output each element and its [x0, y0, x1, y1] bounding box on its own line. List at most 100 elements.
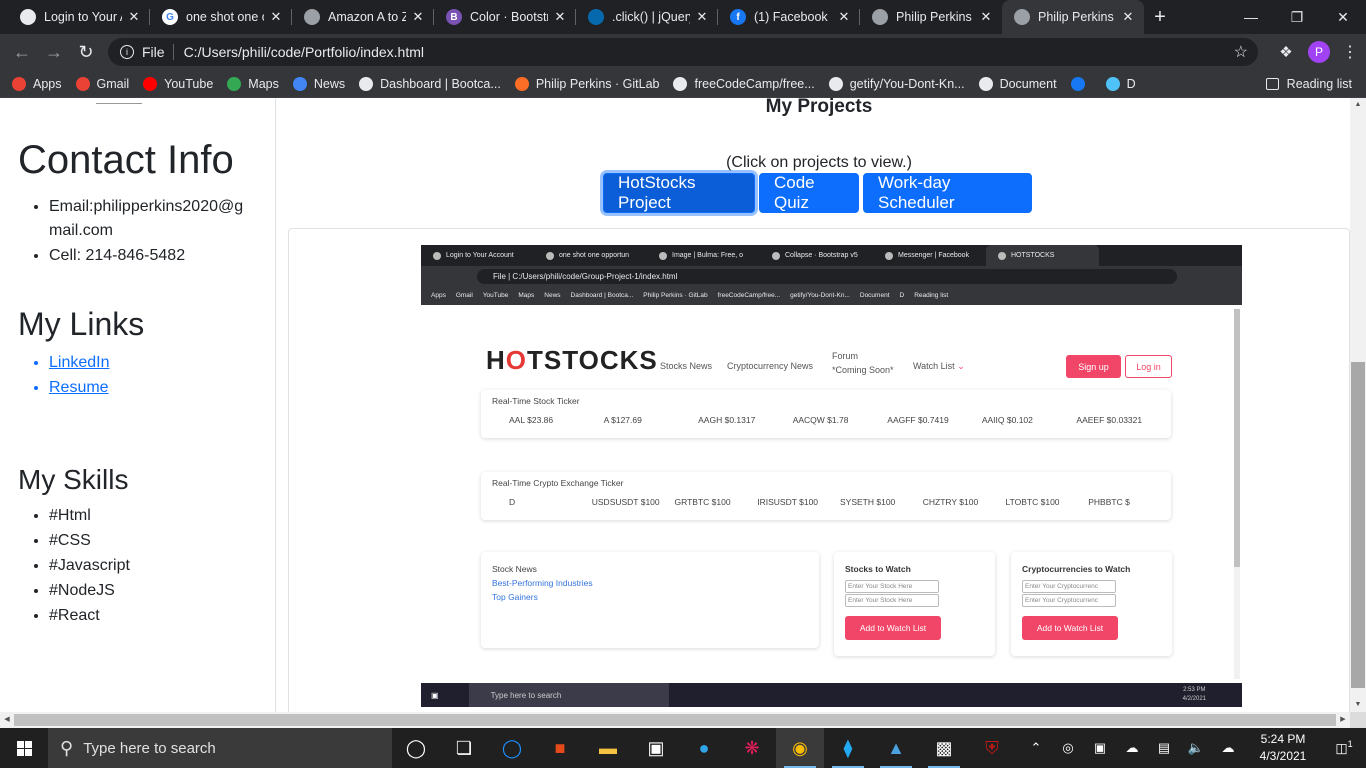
resume-link[interactable]: Resume: [49, 379, 109, 396]
reload-button[interactable]: ↻: [70, 36, 102, 68]
file-explorer-icon[interactable]: ▬: [584, 728, 632, 768]
bookmark-item[interactable]: Maps: [227, 76, 279, 91]
preview-search: Type here to search: [468, 683, 669, 707]
tab-close-icon[interactable]: ✕: [268, 9, 284, 25]
tab-close-icon[interactable]: ✕: [552, 9, 568, 25]
contact-list: Email:philipperkins2020@gmail.com Cell: …: [49, 194, 249, 268]
tab-close-icon[interactable]: ✕: [1120, 9, 1136, 25]
back-button[interactable]: ←: [6, 36, 38, 68]
new-tab-button[interactable]: +: [1144, 0, 1176, 34]
tab-strip: Login to Your Account✕Gone shot one oppo…: [0, 0, 1366, 34]
cloud-sync-icon[interactable]: ☁: [1212, 740, 1244, 756]
scheduler-button[interactable]: Work-day Scheduler: [863, 173, 1032, 213]
photos-icon[interactable]: ▲: [872, 728, 920, 768]
scroll-left-arrow[interactable]: ◀: [0, 712, 14, 728]
forward-button[interactable]: →: [38, 36, 70, 68]
project-screenshot[interactable]: Login to Your Account one shot one opport…: [421, 245, 1242, 707]
tab-close-icon[interactable]: ✕: [978, 9, 994, 25]
network-icon[interactable]: ▤: [1148, 740, 1180, 756]
projects-hint: (Click on projects to view.): [726, 154, 912, 171]
bookmark-item[interactable]: Document: [978, 76, 1057, 91]
project-buttons: HotStocks Project Code Quiz Work-day Sch…: [603, 173, 1032, 213]
url-text[interactable]: C:/Users/phili/code/Portfolio/index.html: [184, 44, 424, 60]
bookmark-item[interactable]: Philip Perkins · GitLab: [514, 76, 659, 91]
preview-crypto-ticker: Real-Time Crypto Exchange Ticker D USDSUS…: [481, 472, 1171, 520]
bookmark-item[interactable]: getify/You-Dont-Kn...: [828, 76, 965, 91]
tray-app-icon[interactable]: ▣: [1084, 740, 1116, 756]
tab-close-icon[interactable]: ✕: [836, 9, 852, 25]
scroll-right-arrow[interactable]: ▶: [1336, 712, 1350, 728]
tab-close-icon[interactable]: ✕: [410, 9, 426, 25]
menu-icon[interactable]: ⋮: [1340, 42, 1360, 62]
tab-title: Color · Bootstrap: [470, 10, 548, 24]
mcafee-icon[interactable]: ⛨: [968, 728, 1016, 768]
clock[interactable]: 5:24 PM 4/3/2021: [1244, 731, 1322, 765]
browser-tab[interactable]: Amazon A to Z ✕: [292, 0, 434, 34]
bookmark-item[interactable]: YouTube: [143, 76, 213, 91]
browser-tab[interactable]: .click() | jQuery ✕: [576, 0, 718, 34]
maximize-button[interactable]: ❐: [1274, 0, 1320, 34]
vscode-icon[interactable]: ⧫: [824, 728, 872, 768]
tab-close-icon[interactable]: ✕: [694, 9, 710, 25]
linkedin-link[interactable]: LinkedIn: [49, 354, 110, 371]
volume-icon[interactable]: 🔈: [1180, 740, 1212, 756]
bookmark-item[interactable]: freeCodeCamp/free...: [673, 76, 815, 91]
browser-tab[interactable]: Login to Your Account ✕: [8, 0, 150, 34]
browser-tab[interactable]: Philip Perkins Portfolio ✕: [860, 0, 1002, 34]
ticker-item: AAEEF $0.03321: [1076, 415, 1143, 425]
scroll-up-arrow[interactable]: ▲: [1350, 98, 1366, 112]
notifications-icon[interactable]: ◫1: [1322, 739, 1366, 756]
preview-tab-icon: [546, 251, 554, 260]
code-quiz-button[interactable]: Code Quiz: [759, 173, 859, 213]
close-window-button[interactable]: ✕: [1320, 0, 1366, 34]
extensions-icon[interactable]: ❖: [1274, 43, 1298, 61]
location-icon[interactable]: ◎: [1052, 740, 1084, 756]
taskbar-search[interactable]: ⚲ Type here to search: [48, 728, 392, 768]
bookmark-icon: [673, 76, 688, 91]
cortana-icon[interactable]: ◯: [392, 728, 440, 768]
chrome-icon[interactable]: ◉: [776, 728, 824, 768]
scroll-down-arrow[interactable]: ▼: [1350, 698, 1366, 712]
vertical-scrollbar[interactable]: ▲ ▼: [1350, 98, 1366, 712]
minimize-button[interactable]: —: [1228, 0, 1274, 34]
bookmark-item[interactable]: News: [292, 76, 345, 91]
store-icon[interactable]: ▣: [632, 728, 680, 768]
start-button[interactable]: [0, 728, 48, 768]
browser-tab[interactable]: Gone shot one opportunity ✕: [150, 0, 292, 34]
bookmark-item[interactable]: [1070, 76, 1092, 91]
preview-tab: one shot one opportun: [534, 245, 647, 266]
windows-taskbar: ⚲ Type here to search ◯ ❏ ◯ ■ ▬ ▣ ● ❋ ◉ …: [0, 728, 1366, 768]
bookmark-item[interactable]: Apps: [12, 76, 62, 91]
task-view-icon[interactable]: ❏: [440, 728, 488, 768]
slack-icon[interactable]: ❋: [728, 728, 776, 768]
skills-title: My Skills: [18, 464, 129, 495]
browser-tab[interactable]: B Color · Bootstrap ✕: [434, 0, 576, 34]
hscrollbar-thumb[interactable]: [14, 714, 1336, 726]
tab-close-icon[interactable]: ✕: [126, 9, 142, 25]
edge-legacy-icon[interactable]: ◯: [488, 728, 536, 768]
edge-icon[interactable]: ●: [680, 728, 728, 768]
bookmark-icon: [227, 76, 242, 91]
bookmark-icon: [828, 76, 843, 91]
info-icon[interactable]: i: [120, 45, 134, 59]
scrollbar-thumb[interactable]: [1351, 362, 1365, 688]
profile-avatar[interactable]: P: [1308, 41, 1330, 63]
preview-page: HOTSTOCKS Stocks News Cryptocurrency New…: [421, 305, 1242, 683]
address-bar[interactable]: i File C:/Users/phili/code/Portfolio/ind…: [108, 38, 1258, 66]
bookmark-item[interactable]: D: [1105, 76, 1136, 91]
preview-nav-watch-list: Watch List ⌄: [913, 361, 965, 371]
reading-list-button[interactable]: Reading list: [1265, 70, 1352, 98]
bookmark-star-icon[interactable]: ☆: [1234, 42, 1248, 62]
bookmark-item[interactable]: Gmail: [75, 76, 129, 91]
terminal-icon[interactable]: ▩: [920, 728, 968, 768]
preview-stocks-watch: Stocks to Watch Enter Your Stock Here En…: [834, 552, 995, 656]
show-hidden-icons[interactable]: ⌃: [1020, 740, 1052, 756]
horizontal-scrollbar[interactable]: ◀ ▶: [0, 712, 1350, 728]
browser-tab[interactable]: Philip Perkins Portfolio ✕: [1002, 0, 1144, 34]
browser-tab[interactable]: f (1) Facebook ✕: [718, 0, 860, 34]
bookmark-item[interactable]: Dashboard | Bootca...: [359, 76, 501, 91]
hotstocks-button[interactable]: HotStocks Project: [603, 173, 755, 213]
onedrive-icon[interactable]: ☁: [1116, 740, 1148, 756]
ticker-item: A $127.69: [603, 415, 642, 425]
office-icon[interactable]: ■: [536, 728, 584, 768]
